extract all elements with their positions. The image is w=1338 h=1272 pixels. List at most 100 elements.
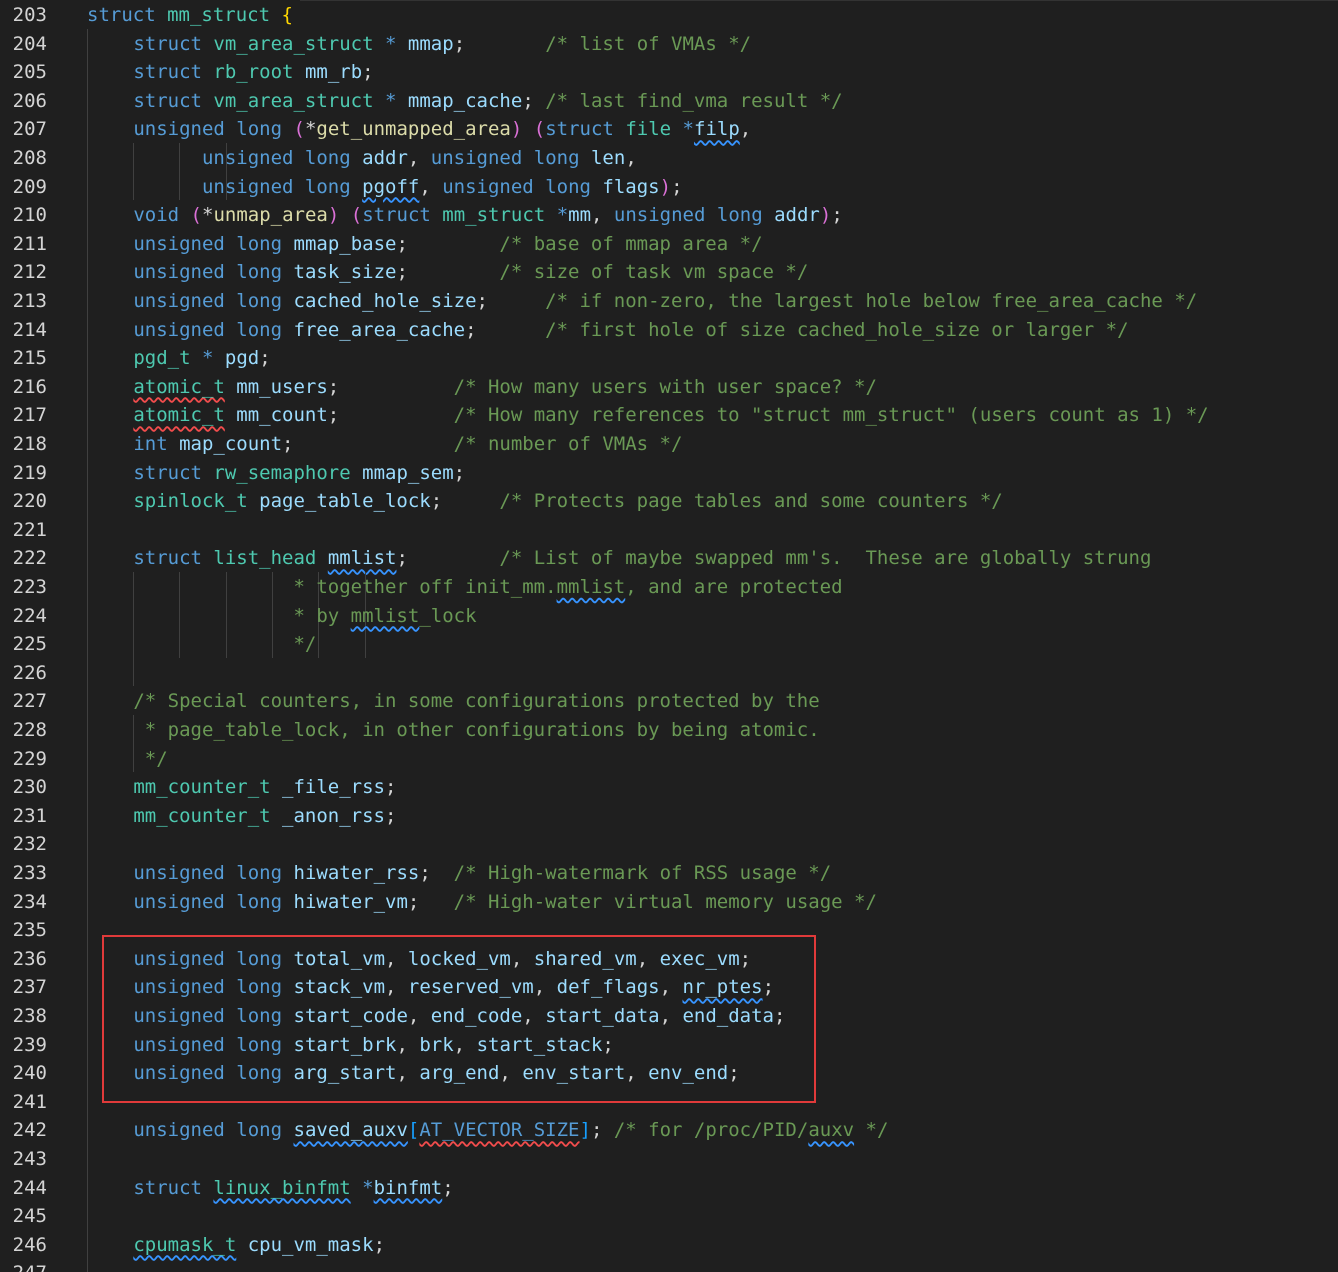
indent-guide <box>87 514 88 544</box>
code-token: , <box>407 147 431 169</box>
code-text: mm_counter_t _anon_rss; <box>133 806 396 826</box>
code-token: unsigned <box>133 318 225 341</box>
code-token: long <box>304 175 351 198</box>
code-line[interactable]: 220 spinlock_t page_table_lock; /* Protec… <box>0 486 1338 515</box>
code-line[interactable]: 205 struct rb_root mm_rb; <box>0 57 1338 86</box>
code-token: long <box>236 862 283 884</box>
code-line[interactable]: 232 <box>0 829 1338 858</box>
code-token: ( <box>293 118 305 141</box>
code-token: pgoff <box>362 175 420 198</box>
code-token: unsigned <box>201 147 294 169</box>
code-line[interactable]: 219 struct rw_semaphore mmap_sem; <box>0 457 1338 487</box>
code-token: /* last find_vma result */ <box>545 89 843 112</box>
code-text: cpumask_t cpu_vm_mask; <box>133 1235 385 1255</box>
code-line[interactable]: 242 unsigned long saved_auxv[AT_VECTOR_SI… <box>0 1115 1338 1144</box>
line-number: 217 <box>12 404 47 427</box>
code-token: _lock <box>419 604 477 627</box>
code-line[interactable]: 226 <box>0 657 1338 687</box>
code-token: ; <box>453 461 466 484</box>
code-line[interactable]: 210 void (*unmap_area) (struct mm_struct … <box>0 200 1338 229</box>
code-token: struct <box>133 1176 202 1199</box>
code-token: mmap_sem <box>362 461 454 484</box>
code-token: * <box>201 347 214 370</box>
code-token: cpumask_t <box>133 1233 237 1256</box>
code-line[interactable]: 215 pgd_t * pgd; <box>0 343 1338 372</box>
code-line[interactable]: 223 * together off init_mm.mmlist, and a… <box>0 572 1338 601</box>
code-line[interactable]: 234 unsigned long hiwater_vm; /* High-wat… <box>0 886 1338 916</box>
code-line[interactable]: 224 * by mmlist_lock <box>0 600 1338 630</box>
indent-guide <box>87 429 88 458</box>
indent-guide <box>87 943 88 973</box>
code-line[interactable]: 218 int map_count; /* number of VMAs */ <box>0 429 1338 458</box>
code-token: mm_count <box>236 404 328 427</box>
code-line[interactable]: 208 unsigned long addr, unsigned long le… <box>0 143 1338 172</box>
code-token: /* first hole of size cached_hole_size o… <box>545 318 1129 341</box>
code-line[interactable]: 213 unsigned long cached_hole_size; /* if… <box>0 286 1338 315</box>
code-line[interactable]: 216 atomic_t mm_users; /* How many users … <box>0 371 1338 401</box>
line-number: 229 <box>12 747 47 770</box>
indent-guide <box>87 1029 88 1059</box>
code-line[interactable]: 212 unsigned long task_size; /* size of t… <box>0 257 1338 286</box>
line-number: 207 <box>12 118 47 141</box>
code-token: * <box>385 89 397 112</box>
code-line[interactable]: 206 struct vm_area_struct * mmap_cache; /… <box>0 85 1338 115</box>
code-token: pgd_t <box>133 347 191 370</box>
code-line[interactable]: 229 */ <box>0 743 1338 773</box>
code-line[interactable]: 227 /* Special counters, in some configur… <box>0 686 1338 715</box>
code-line[interactable]: 209 unsigned long pgoff, unsigned long f… <box>0 171 1338 201</box>
code-token: filp <box>694 118 740 141</box>
code-line[interactable]: 247 <box>0 1258 1338 1272</box>
line-number: 237 <box>12 976 47 999</box>
code-line[interactable]: 204 struct vm_area_struct * mmap; /* list… <box>0 28 1338 58</box>
code-editor[interactable]: 203 struct mm_struct {204 struct vm_area_s… <box>0 0 1338 1272</box>
code-line[interactable]: 221 <box>0 514 1338 544</box>
code-line[interactable]: 233 unsigned long hiwater_rss; /* High-wa… <box>0 858 1338 887</box>
code-text: * together off init_mm.mmlist, and are p… <box>133 577 842 597</box>
code-line[interactable]: 245 <box>0 1201 1338 1230</box>
code-text: spinlock_t page_table_lock; /* Protects … <box>133 491 1002 511</box>
code-line[interactable]: 243 <box>0 1144 1338 1173</box>
line-number: 213 <box>12 290 47 312</box>
code-line[interactable]: 203 struct mm_struct { <box>0 0 1338 29</box>
code-token: hiwater_rss <box>293 862 420 884</box>
code-line[interactable]: 225 */ <box>0 629 1338 658</box>
code-line[interactable]: 207 unsigned long (*get_unmapped_area) (s… <box>0 114 1338 143</box>
code-line[interactable]: 222 struct list_head mmlist; /* List of m… <box>0 543 1338 572</box>
line-number: 245 <box>12 1205 47 1228</box>
indent-guide <box>87 257 88 286</box>
code-line[interactable]: 228 * page_table_lock, in other configur… <box>0 715 1338 744</box>
code-text: * by mmlist_lock <box>133 606 476 626</box>
code-token: mm_counter_t <box>133 776 271 799</box>
line-number: 242 <box>12 1119 47 1142</box>
code-token: ; <box>476 290 546 312</box>
indent-guide <box>87 858 88 887</box>
code-line[interactable]: 231 mm_counter_t _anon_rss; <box>0 800 1338 830</box>
indent-guide <box>87 657 88 687</box>
code-line[interactable]: 217 atomic_t mm_count; /* How many refere… <box>0 400 1338 429</box>
code-line[interactable]: 244 struct linux_binfmt *binfmt; <box>0 1172 1338 1202</box>
line-number: 206 <box>12 89 47 112</box>
line-number: 246 <box>12 1233 47 1256</box>
code-line[interactable]: 214 unsigned long free_area_cache; /* fir… <box>0 314 1338 344</box>
code-token: addr <box>774 204 820 227</box>
code-line[interactable]: 246 cpumask_t cpu_vm_mask; <box>0 1229 1338 1259</box>
indent-guide <box>87 171 88 201</box>
indent-guide <box>87 1258 88 1272</box>
indent-guide <box>87 772 88 801</box>
code-line[interactable]: 230 mm_counter_t _file_rss; <box>0 772 1338 801</box>
code-line[interactable]: 211 unsigned long mmap_base; /* base of m… <box>0 228 1338 258</box>
